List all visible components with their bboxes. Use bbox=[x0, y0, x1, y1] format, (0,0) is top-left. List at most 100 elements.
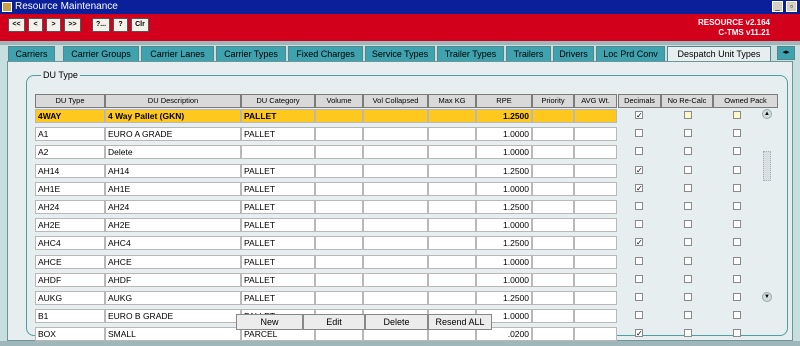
minimize-icon[interactable]: _ bbox=[772, 1, 783, 12]
du-description-cell[interactable]: AH24 bbox=[105, 200, 241, 214]
volume-cell[interactable] bbox=[315, 236, 363, 251]
owned-checkbox[interactable] bbox=[733, 220, 741, 229]
priority-cell[interactable] bbox=[532, 327, 574, 342]
decimals-checkbox[interactable] bbox=[635, 147, 643, 156]
priority-cell[interactable] bbox=[532, 254, 574, 269]
avg-wt-cell[interactable] bbox=[574, 181, 617, 196]
owned-checkbox[interactable] bbox=[733, 183, 741, 192]
no-recalc-checkbox[interactable] bbox=[684, 329, 692, 338]
max-kg-cell[interactable] bbox=[428, 181, 476, 196]
du-description-cell[interactable]: AH1E bbox=[105, 181, 241, 196]
vol-collapsed-cell[interactable] bbox=[363, 181, 428, 196]
volume-cell[interactable] bbox=[315, 291, 363, 305]
decimals-checkbox[interactable]: ✓ bbox=[635, 165, 643, 174]
rpe-cell[interactable]: 1.2500 bbox=[476, 109, 532, 123]
du-description-cell[interactable]: Delete bbox=[105, 145, 241, 160]
previous-record-button[interactable]: < bbox=[28, 18, 43, 32]
du-type-cell[interactable]: AHC4 bbox=[35, 236, 105, 251]
rpe-cell[interactable]: 1.2500 bbox=[476, 291, 532, 305]
no-recalc-checkbox[interactable] bbox=[684, 165, 692, 174]
last-record-button[interactable]: >> bbox=[64, 18, 81, 32]
vertical-scrollbar[interactable]: ▲ ▼ bbox=[762, 109, 772, 304]
owned-checkbox[interactable] bbox=[733, 311, 741, 320]
rpe-cell[interactable]: 1.2500 bbox=[476, 200, 532, 214]
du-category-cell[interactable]: PALLET bbox=[241, 200, 315, 214]
du-category-cell[interactable]: PALLET bbox=[241, 236, 315, 251]
tab-drivers[interactable]: Drivers bbox=[553, 46, 594, 62]
scroll-up-icon[interactable]: ▲ bbox=[762, 109, 772, 119]
du-type-cell[interactable]: A2 bbox=[35, 145, 105, 160]
tab-fixed-charges[interactable]: Fixed Charges bbox=[288, 46, 363, 62]
du-category-cell[interactable]: PALLET bbox=[241, 218, 315, 233]
no-recalc-checkbox[interactable] bbox=[684, 147, 692, 156]
du-description-cell[interactable]: AH2E bbox=[105, 218, 241, 233]
scroll-thumb[interactable] bbox=[763, 151, 771, 181]
owned-checkbox[interactable] bbox=[733, 111, 741, 119]
avg-wt-cell[interactable] bbox=[574, 309, 617, 324]
decimals-checkbox[interactable]: ✓ bbox=[635, 238, 643, 247]
du-description-cell[interactable]: SMALL bbox=[105, 327, 241, 342]
vol-collapsed-cell[interactable] bbox=[363, 145, 428, 160]
du-category-cell[interactable]: PALLET bbox=[241, 291, 315, 305]
du-category-cell[interactable]: PALLET bbox=[241, 254, 315, 269]
du-type-cell[interactable]: 4WAY bbox=[35, 109, 105, 123]
du-description-cell[interactable]: EURO B GRADE bbox=[105, 309, 241, 324]
priority-cell[interactable] bbox=[532, 236, 574, 251]
volume-cell[interactable] bbox=[315, 254, 363, 269]
rpe-cell[interactable]: 1.0000 bbox=[476, 254, 532, 269]
scroll-down-icon[interactable]: ▼ bbox=[762, 292, 772, 302]
no-recalc-checkbox[interactable] bbox=[684, 183, 692, 192]
avg-wt-cell[interactable] bbox=[574, 291, 617, 305]
max-kg-cell[interactable] bbox=[428, 236, 476, 251]
avg-wt-cell[interactable] bbox=[574, 254, 617, 269]
tab-scroll-arrows-icon[interactable]: ◂▸ bbox=[777, 46, 795, 60]
rpe-cell[interactable]: 1.2500 bbox=[476, 163, 532, 178]
du-type-cell[interactable]: AUKG bbox=[35, 291, 105, 305]
new-button[interactable]: New bbox=[236, 314, 303, 330]
search-button[interactable]: ?... bbox=[92, 18, 110, 32]
max-kg-cell[interactable] bbox=[428, 145, 476, 160]
no-recalc-checkbox[interactable] bbox=[684, 202, 692, 210]
owned-checkbox[interactable] bbox=[733, 129, 741, 138]
du-category-cell[interactable]: PALLET bbox=[241, 272, 315, 287]
du-type-cell[interactable]: AH2E bbox=[35, 218, 105, 233]
first-record-button[interactable]: << bbox=[8, 18, 25, 32]
decimals-checkbox[interactable] bbox=[635, 202, 643, 210]
vol-collapsed-cell[interactable] bbox=[363, 236, 428, 251]
owned-checkbox[interactable] bbox=[733, 202, 741, 210]
owned-checkbox[interactable] bbox=[733, 274, 741, 283]
avg-wt-cell[interactable] bbox=[574, 272, 617, 287]
vol-collapsed-cell[interactable] bbox=[363, 254, 428, 269]
avg-wt-cell[interactable] bbox=[574, 163, 617, 178]
priority-cell[interactable] bbox=[532, 127, 574, 142]
max-kg-cell[interactable] bbox=[428, 272, 476, 287]
priority-cell[interactable] bbox=[532, 309, 574, 324]
avg-wt-cell[interactable] bbox=[574, 218, 617, 233]
vol-collapsed-cell[interactable] bbox=[363, 218, 428, 233]
du-category-cell[interactable]: PALLET bbox=[241, 163, 315, 178]
edit-button[interactable]: Edit bbox=[303, 314, 365, 330]
resend-all-button[interactable]: Resend ALL bbox=[428, 314, 492, 330]
max-kg-cell[interactable] bbox=[428, 291, 476, 305]
priority-cell[interactable] bbox=[532, 181, 574, 196]
decimals-checkbox[interactable] bbox=[635, 274, 643, 283]
volume-cell[interactable] bbox=[315, 272, 363, 287]
du-type-cell[interactable]: B1 bbox=[35, 309, 105, 324]
du-category-cell[interactable]: PALLET bbox=[241, 181, 315, 196]
no-recalc-checkbox[interactable] bbox=[684, 311, 692, 320]
du-type-cell[interactable]: AH14 bbox=[35, 163, 105, 178]
vol-collapsed-cell[interactable] bbox=[363, 200, 428, 214]
tab-carriers[interactable]: Carriers bbox=[8, 46, 55, 62]
no-recalc-checkbox[interactable] bbox=[684, 274, 692, 283]
avg-wt-cell[interactable] bbox=[574, 200, 617, 214]
priority-cell[interactable] bbox=[532, 218, 574, 233]
volume-cell[interactable] bbox=[315, 200, 363, 214]
owned-checkbox[interactable] bbox=[733, 293, 741, 301]
du-description-cell[interactable]: AUKG bbox=[105, 291, 241, 305]
max-kg-cell[interactable] bbox=[428, 163, 476, 178]
decimals-checkbox[interactable]: ✓ bbox=[635, 329, 643, 338]
owned-checkbox[interactable] bbox=[733, 256, 741, 265]
avg-wt-cell[interactable] bbox=[574, 327, 617, 342]
next-record-button[interactable]: > bbox=[46, 18, 61, 32]
tab-carrier-lanes[interactable]: Carrier Lanes bbox=[141, 46, 214, 62]
